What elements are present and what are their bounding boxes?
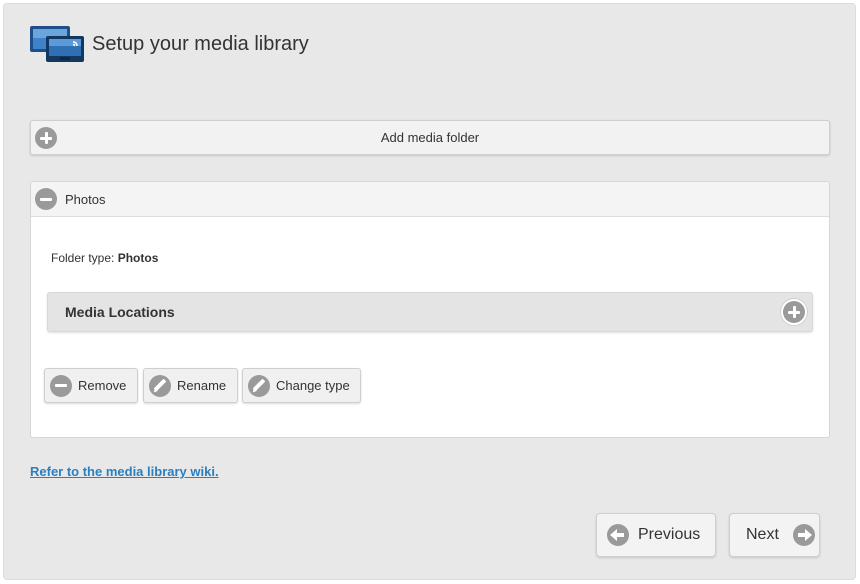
media-locations-label: Media Locations xyxy=(65,304,175,320)
remove-label: Remove xyxy=(78,378,127,393)
folder-panel-photos: Photos Folder type: Photos Media Locatio… xyxy=(30,181,830,438)
plus-circle-icon xyxy=(35,127,57,149)
change-type-label: Change type xyxy=(276,378,350,393)
folder-type-label: Folder type: xyxy=(51,251,118,265)
previous-button[interactable]: Previous xyxy=(596,513,716,557)
folder-type-value: Photos xyxy=(117,251,159,265)
setup-dialog: Setup your media library Add media folde… xyxy=(3,3,856,580)
media-library-icon xyxy=(30,26,84,62)
plus-circle-icon xyxy=(783,301,805,323)
rename-label: Rename xyxy=(177,378,227,393)
folder-header[interactable]: Photos xyxy=(31,182,829,217)
pencil-icon xyxy=(149,374,171,397)
minus-circle-icon xyxy=(50,374,72,397)
previous-label: Previous xyxy=(638,526,701,543)
rename-button[interactable]: Rename xyxy=(143,368,238,403)
add-media-folder-button[interactable]: Add media folder xyxy=(30,120,830,155)
media-locations-bar: Media Locations xyxy=(47,292,813,332)
arrow-left-icon xyxy=(607,524,629,546)
folder-name: Photos xyxy=(65,191,106,207)
folder-type: Folder type: Photos xyxy=(51,251,158,265)
add-media-folder-label: Add media folder xyxy=(380,130,480,145)
change-type-button[interactable]: Change type xyxy=(242,368,361,403)
page-title: Setup your media library xyxy=(92,32,309,55)
minus-circle-icon xyxy=(35,188,57,210)
media-library-wiki-link[interactable]: Refer to the media library wiki. xyxy=(30,464,219,479)
pencil-icon xyxy=(248,374,270,397)
next-button[interactable]: Next xyxy=(729,513,820,557)
arrow-right-icon xyxy=(792,524,815,546)
page-header: Setup your media library xyxy=(30,24,309,64)
add-location-button[interactable] xyxy=(780,298,808,326)
remove-button[interactable]: Remove xyxy=(44,368,138,403)
next-label: Next xyxy=(746,526,779,543)
